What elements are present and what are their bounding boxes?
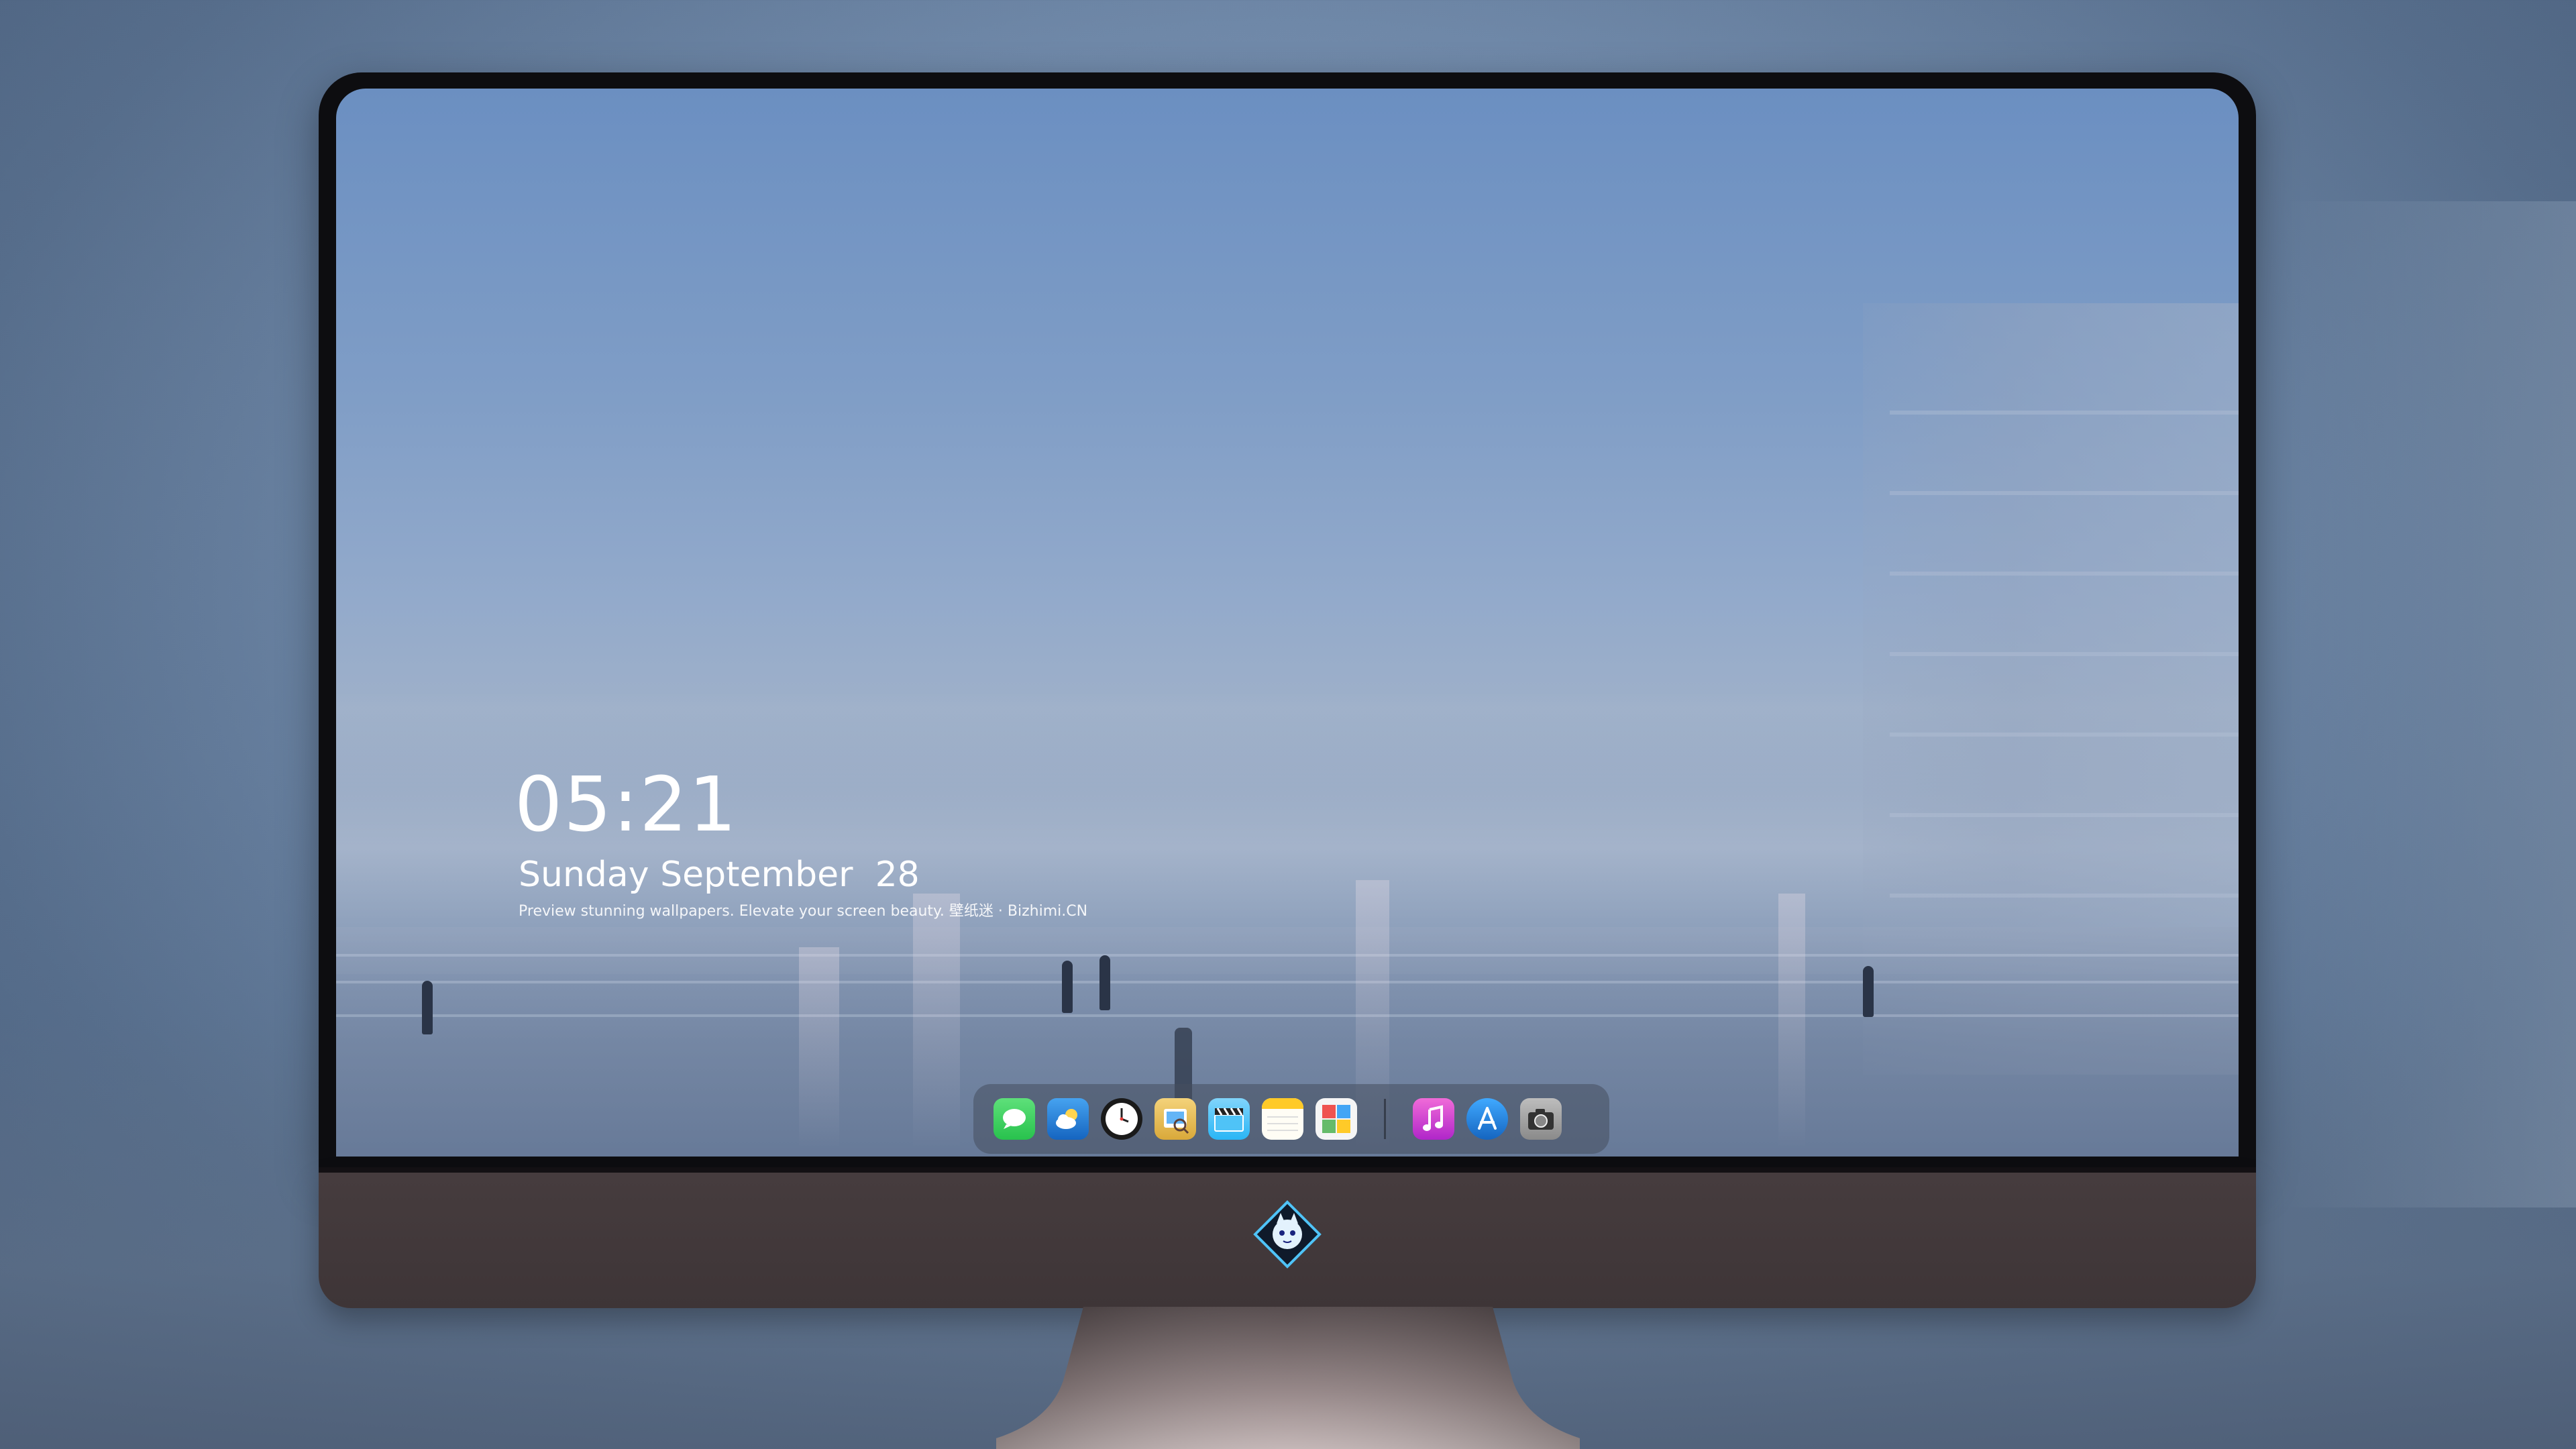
beach-person [422,981,433,1034]
building-floor-line [1890,572,2239,576]
beach-person [1099,955,1110,1010]
background-blur-right [2281,201,2576,1208]
lock-tagline: Preview stunning wallpapers. Elevate you… [519,903,1088,920]
lock-clock: 05:21 [515,761,738,849]
clock-icon[interactable] [1101,1098,1142,1140]
lock-date: Sunday September 28 [519,855,920,895]
wave-line [336,1014,2239,1017]
brand-logo-icon [1252,1199,1322,1269]
camera-icon[interactable] [1520,1098,1562,1140]
light-reflection [799,947,839,1148]
notes-icon[interactable] [1262,1098,1303,1140]
wave-line [336,954,2239,957]
dock-separator [1384,1099,1386,1139]
monitor-bezel: 05:21 Sunday September 28 Preview stunni… [319,72,2256,1173]
messages-icon[interactable] [994,1098,1035,1140]
building-floor-line [1890,894,2239,898]
monitor-stand [989,1307,1587,1449]
beach-person [1062,961,1073,1013]
monitor: 05:21 Sunday September 28 Preview stunni… [319,72,2256,1308]
photos-icon[interactable] [1316,1098,1357,1140]
building-floor-line [1890,411,2239,415]
light-reflection [1778,894,1805,1148]
preview-icon[interactable] [1155,1098,1196,1140]
wave-line [336,981,2239,983]
building-floor-line [1890,491,2239,495]
dock [973,1084,1609,1154]
building-floor-line [1890,733,2239,737]
weather-icon[interactable] [1047,1098,1089,1140]
building-floor-line [1890,652,2239,656]
clapper-icon[interactable] [1208,1098,1250,1140]
app-store-icon[interactable] [1466,1098,1508,1140]
music-icon[interactable] [1413,1098,1454,1140]
beach-person [1863,966,1874,1017]
light-reflection [913,894,960,1148]
building-floor-line [1890,813,2239,817]
lock-screen[interactable]: 05:21 Sunday September 28 Preview stunni… [336,89,2239,1157]
